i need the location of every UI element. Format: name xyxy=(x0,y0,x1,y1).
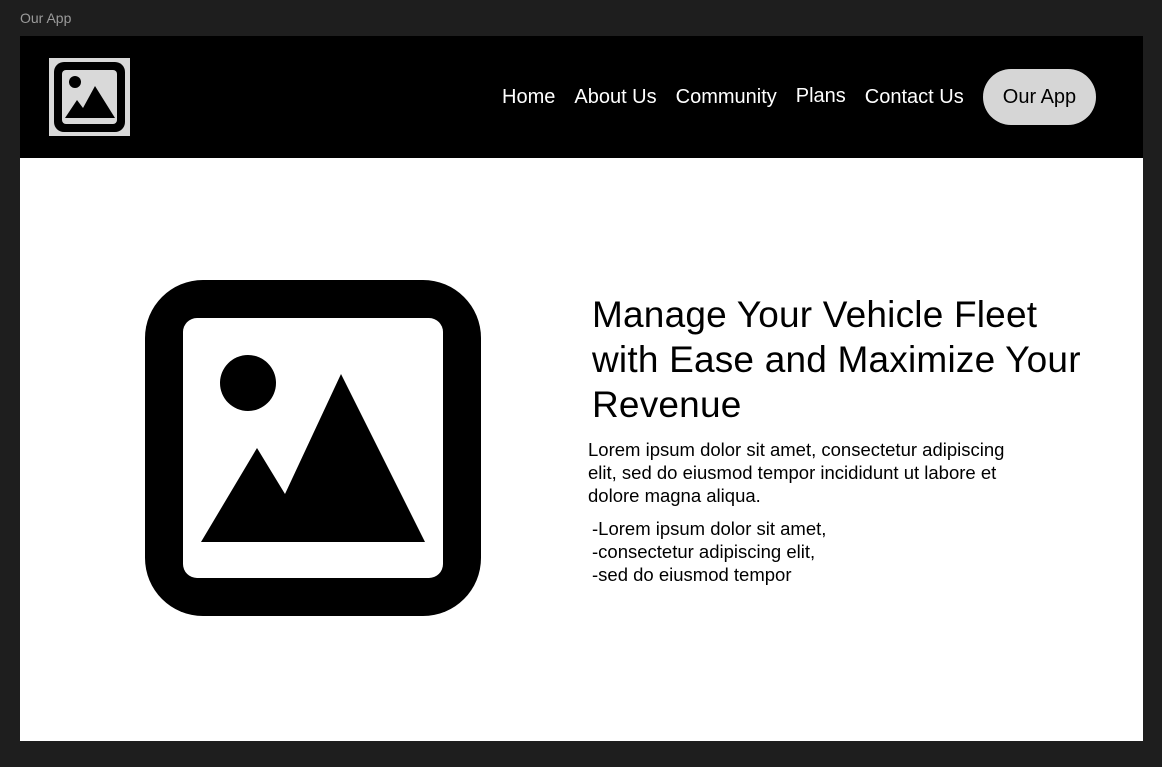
image-placeholder-icon xyxy=(54,62,125,132)
nav-links: Home About Us Community Plans Contact Us xyxy=(502,36,983,158)
list-item: -consectetur adipiscing elit, xyxy=(592,541,816,562)
frame-label: Our App xyxy=(20,10,72,26)
hero-body-text: Lorem ipsum dolor sit amet, consectetur … xyxy=(588,439,1005,506)
nav-link-community[interactable]: Community xyxy=(676,86,777,109)
list-item: -sed do eiusmod tempor xyxy=(592,564,792,585)
page-frame: Home About Us Community Plans Contact Us… xyxy=(20,36,1143,741)
hero-image xyxy=(145,280,481,616)
navbar: Home About Us Community Plans Contact Us… xyxy=(20,36,1143,158)
list-item: -Lorem ipsum dolor sit amet, xyxy=(592,518,827,539)
nav-link-about-us[interactable]: About Us xyxy=(574,86,656,109)
logo[interactable] xyxy=(49,58,130,136)
nav-link-plans[interactable]: Plans xyxy=(796,85,846,108)
our-app-button[interactable]: Our App xyxy=(983,69,1096,125)
nav-link-home[interactable]: Home xyxy=(502,86,555,109)
image-placeholder-icon xyxy=(145,280,481,616)
hero-headline: Manage Your Vehicle Fleet with Ease and … xyxy=(592,294,1081,425)
hero-bullet-list: -Lorem ipsum dolor sit amet, -consectetu… xyxy=(592,517,826,586)
nav-link-contact-us[interactable]: Contact Us xyxy=(865,86,964,109)
